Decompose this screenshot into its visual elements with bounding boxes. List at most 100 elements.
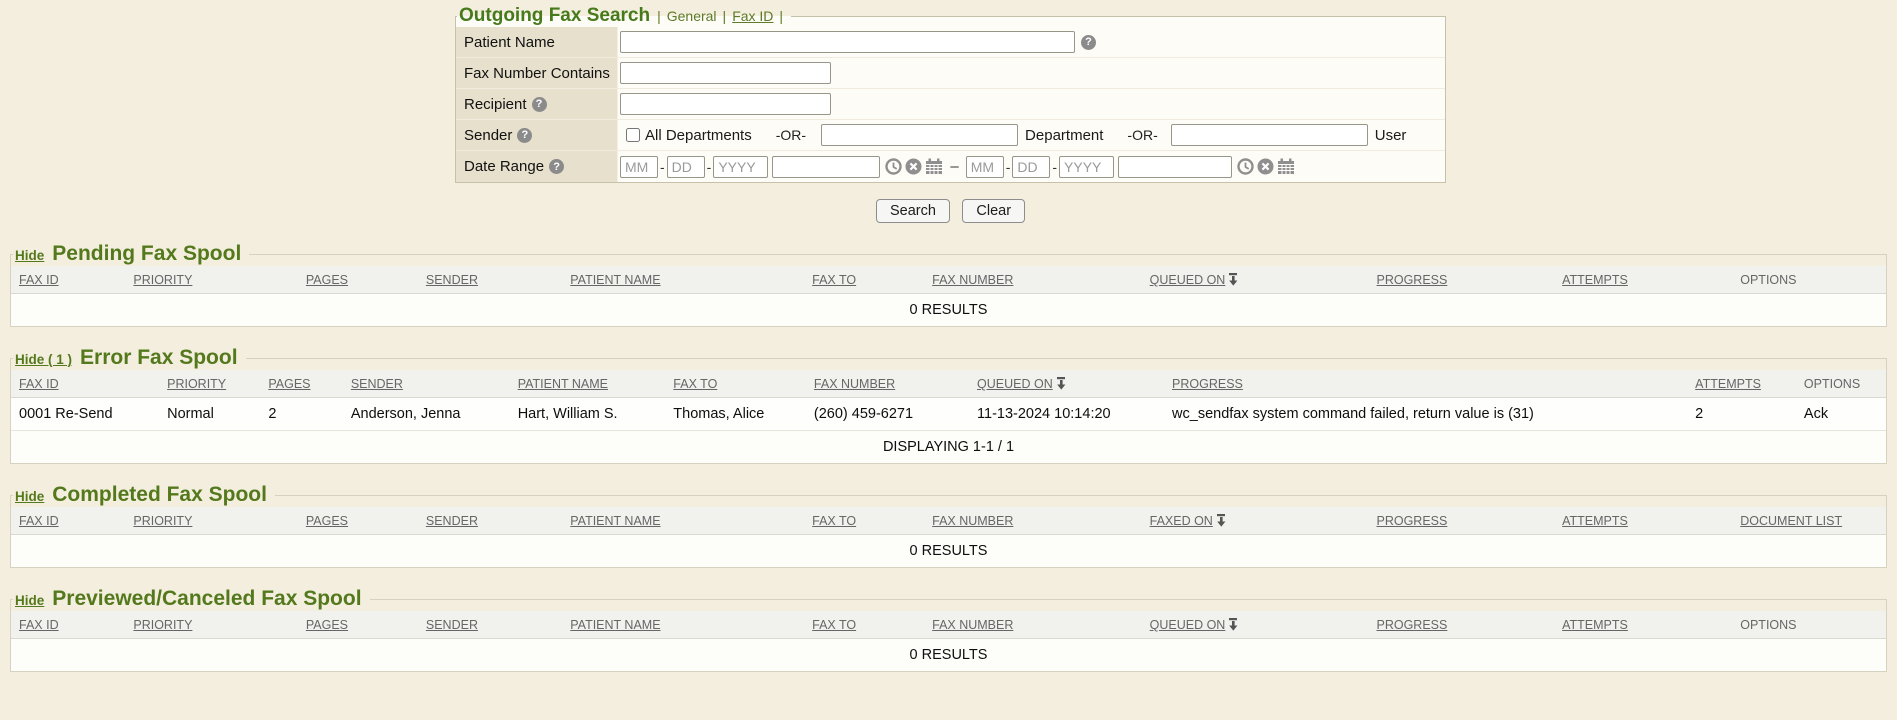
sortable-column-link[interactable]: PAGES (306, 273, 348, 287)
patient-name-help-icon[interactable]: ? (1081, 35, 1096, 50)
sortable-column-link[interactable]: FAX ID (19, 618, 59, 632)
sortable-column-link[interactable]: SENDER (426, 618, 478, 632)
calendar-icon[interactable] (925, 158, 943, 175)
sortable-column-link[interactable]: FAX NUMBER (814, 377, 895, 391)
form-tabs: | General | Fax ID | (657, 8, 783, 24)
date-to-time-input[interactable] (1118, 156, 1232, 178)
date-from-day-input[interactable] (667, 156, 705, 178)
sortable-column-link[interactable]: QUEUED ON (1150, 618, 1226, 632)
date-to-day-input[interactable] (1012, 156, 1050, 178)
user-input[interactable] (1171, 124, 1368, 146)
sortable-column-link[interactable]: PAGES (306, 514, 348, 528)
sortable-column-link[interactable]: PROGRESS (1377, 273, 1448, 287)
column-header-fax-id: FAX ID (11, 266, 125, 294)
sortable-column-link[interactable]: PROGRESS (1172, 377, 1243, 391)
sortable-column-link[interactable]: FAX TO (812, 273, 856, 287)
section-legend: Hide Completed Fax Spool (13, 483, 275, 507)
tab-general[interactable]: General (667, 8, 717, 24)
sortable-column-link[interactable]: FAX TO (812, 514, 856, 528)
table-footer-row: 0 RESULTS (11, 535, 1886, 568)
sortable-column-link[interactable]: QUEUED ON (1150, 273, 1226, 287)
calendar-icon[interactable] (1277, 158, 1295, 175)
sortable-column-link[interactable]: PRIORITY (133, 618, 192, 632)
sender-help-icon[interactable]: ? (517, 128, 532, 143)
column-header-pages: PAGES (298, 507, 418, 535)
column-header-fax-number: FAX NUMBER (924, 266, 1142, 294)
table-cell: 11-13-2024 10:14:20 (969, 398, 1164, 431)
column-header-sender: SENDER (418, 266, 562, 294)
sortable-column-link[interactable]: DOCUMENT LIST (1740, 514, 1842, 528)
sortable-column-link[interactable]: PROGRESS (1377, 514, 1448, 528)
sortable-column-link[interactable]: PATIENT NAME (570, 273, 660, 287)
date-from-year-input[interactable] (713, 156, 768, 178)
patient-name-input[interactable] (620, 31, 1075, 53)
hide-link-error[interactable]: Hide ( 1 ) (15, 352, 72, 367)
sortable-column-link[interactable]: SENDER (426, 273, 478, 287)
table-cell: 0001 Re-Send (11, 398, 159, 431)
date-to-month-input[interactable] (966, 156, 1004, 178)
table-header-row: FAX ID PRIORITY PAGES SENDER PATIENT NAME FAX… (11, 370, 1886, 398)
spool-sections: HidePending Fax SpoolFAX IDPRIORITYPAGES… (0, 242, 1897, 672)
date-from-time-input[interactable] (772, 156, 880, 178)
time-picker-icon[interactable] (885, 158, 902, 175)
hide-link-previewed[interactable]: Hide (15, 593, 44, 608)
table-header-row: FAX ID PRIORITY PAGES SENDER PATIENT NAME FAX… (11, 507, 1886, 535)
sortable-column-link[interactable]: FAX NUMBER (932, 514, 1013, 528)
sortable-column-link[interactable]: ATTEMPTS (1562, 514, 1628, 528)
sortable-column-link[interactable]: FAX ID (19, 273, 59, 287)
column-header-attempts: ATTEMPTS (1554, 611, 1732, 639)
sortable-column-link[interactable]: FAXED ON (1150, 514, 1213, 528)
column-header-fax-to: FAX TO (804, 266, 924, 294)
search-button[interactable]: Search (876, 199, 950, 223)
column-header-pages: PAGES (298, 611, 418, 639)
sender-label: Sender ? (456, 120, 618, 150)
tab-fax-id[interactable]: Fax ID (732, 8, 773, 24)
recipient-help-icon[interactable]: ? (532, 97, 547, 112)
sortable-column-link[interactable]: FAX ID (19, 514, 59, 528)
fax-number-input[interactable] (620, 62, 831, 84)
date-to-year-input[interactable] (1059, 156, 1114, 178)
sortable-column-link[interactable]: PROGRESS (1377, 618, 1448, 632)
sortable-column-link[interactable]: ATTEMPTS (1562, 618, 1628, 632)
column-header-options: OPTIONS (1796, 370, 1886, 398)
time-picker-icon[interactable] (1237, 158, 1254, 175)
sortable-column-link[interactable]: QUEUED ON (977, 377, 1053, 391)
sortable-column-link[interactable]: PATIENT NAME (570, 514, 660, 528)
sortable-column-link[interactable]: PATIENT NAME (570, 618, 660, 632)
sortable-column-link[interactable]: PAGES (268, 377, 310, 391)
section-title: Completed Fax Spool (52, 483, 267, 507)
sortable-column-link[interactable]: SENDER (351, 377, 403, 391)
clear-date-icon[interactable] (1257, 158, 1274, 175)
sortable-column-link[interactable]: SENDER (426, 514, 478, 528)
table-cell: Hart, William S. (510, 398, 666, 431)
sortable-column-link[interactable]: ATTEMPTS (1695, 377, 1761, 391)
form-legend: Outgoing Fax Search | General | Fax ID | (457, 5, 791, 27)
row-option-action[interactable]: Ack (1796, 398, 1886, 431)
sortable-column-link[interactable]: FAX NUMBER (932, 273, 1013, 287)
department-input[interactable] (821, 124, 1018, 146)
date-range-help-icon[interactable]: ? (549, 159, 564, 174)
table-footer-row: 0 RESULTS (11, 294, 1886, 327)
sortable-column-link[interactable]: PRIORITY (133, 514, 192, 528)
hide-link-completed[interactable]: Hide (15, 489, 44, 504)
sortable-column-link[interactable]: PAGES (306, 618, 348, 632)
sortable-column-link[interactable]: FAX NUMBER (932, 618, 1013, 632)
hide-link-pending[interactable]: Hide (15, 248, 44, 263)
sortable-column-link[interactable]: PRIORITY (133, 273, 192, 287)
column-header-fax-number: FAX NUMBER (924, 611, 1142, 639)
department-label: Department (1025, 127, 1103, 144)
sortable-column-link[interactable]: PATIENT NAME (518, 377, 608, 391)
column-header-faxed-on: FAXED ON (1142, 507, 1369, 535)
sortable-column-link[interactable]: ATTEMPTS (1562, 273, 1628, 287)
all-departments-checkbox[interactable] (626, 128, 640, 142)
sortable-column-link[interactable]: PRIORITY (167, 377, 226, 391)
clear-date-icon[interactable] (905, 158, 922, 175)
sortable-column-link[interactable]: FAX TO (673, 377, 717, 391)
sortable-column-link[interactable]: FAX TO (812, 618, 856, 632)
sortable-column-link[interactable]: FAX ID (19, 377, 59, 391)
clear-button[interactable]: Clear (962, 199, 1025, 223)
column-header-progress: PROGRESS (1369, 611, 1555, 639)
recipient-input[interactable] (620, 93, 831, 115)
date-from-month-input[interactable] (620, 156, 658, 178)
table-cell: 2 (1687, 398, 1796, 431)
